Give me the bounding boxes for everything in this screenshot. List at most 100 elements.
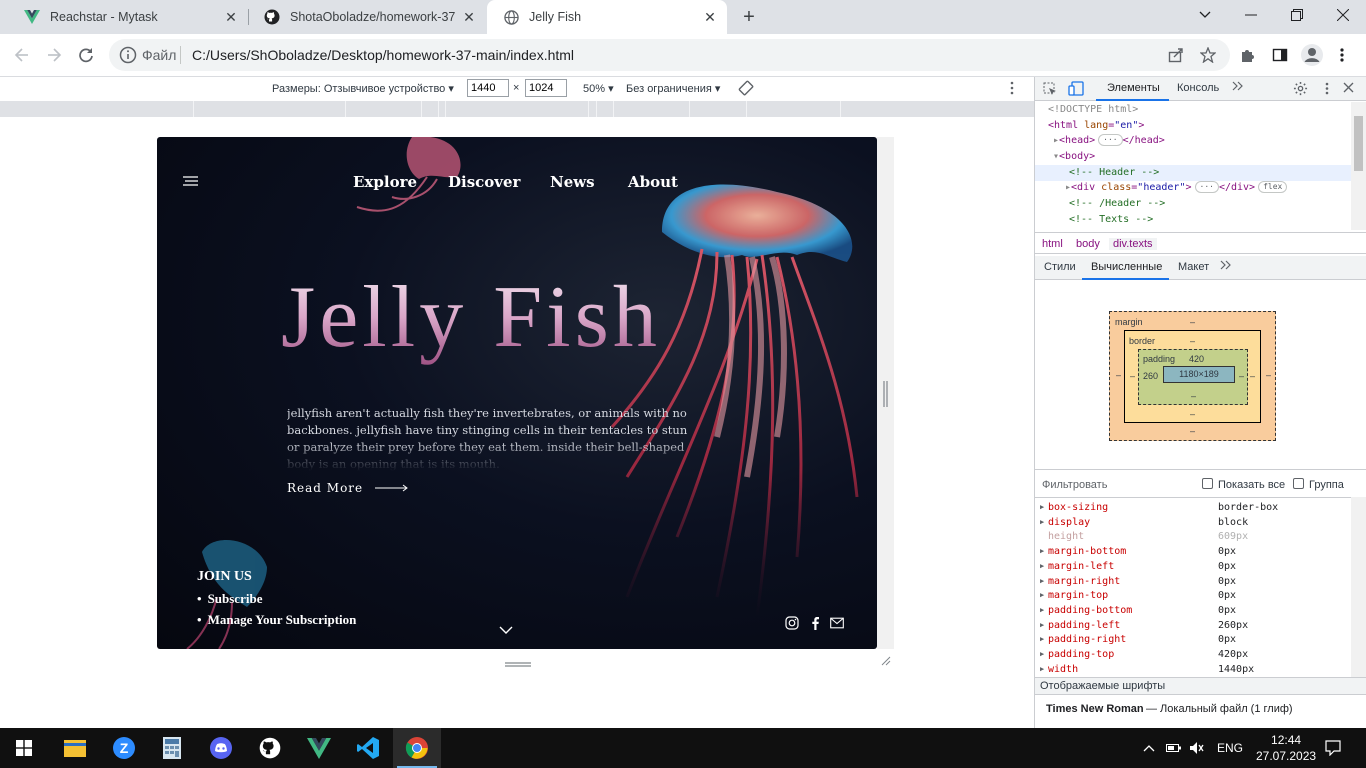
url-text[interactable]: C:/Users/ShOboladze/Desktop/homework-37-… [192, 47, 574, 63]
tab-console[interactable]: Консоль [1177, 82, 1219, 94]
side-panel-button[interactable] [1266, 41, 1294, 69]
subscribe-link[interactable]: Subscribe [197, 591, 356, 607]
hamburger-menu-icon[interactable] [183, 174, 199, 192]
taskbar-discord[interactable] [197, 728, 245, 768]
taskbar-file-explorer[interactable] [51, 728, 99, 768]
settings-gear-icon[interactable] [1293, 81, 1308, 99]
dom-head[interactable]: ▸<head> ··· </head> [1035, 133, 1351, 149]
more-tabs-icon[interactable] [1220, 260, 1232, 273]
breadcrumb-body[interactable]: body [1076, 238, 1100, 250]
start-button[interactable] [0, 728, 48, 768]
box-model-border[interactable]: border – – – – padding 420 260 – – 1180×… [1124, 330, 1261, 423]
computed-property-row[interactable]: ▶ padding-right 0px [1035, 632, 1351, 647]
dom-comment-header-end[interactable]: <!-- /Header --> [1035, 196, 1351, 212]
nav-explore[interactable]: Explore [353, 173, 417, 191]
close-window-button[interactable] [1320, 0, 1366, 30]
computed-property-row[interactable]: ▶ margin-right 0px [1035, 574, 1351, 589]
resize-handle-bottom-icon[interactable] [505, 655, 531, 673]
profile-button[interactable] [1298, 41, 1326, 69]
tab-jellyfish[interactable]: Jelly Fish ✕ [487, 0, 727, 34]
expand-triangle-icon[interactable]: ▶ [1040, 647, 1044, 662]
tab-styles[interactable]: Стили [1044, 261, 1076, 273]
dom-div-header[interactable]: ▸<div class="header"> ··· </div> flex [1035, 180, 1351, 196]
tab-reachstar[interactable]: Reachstar - Mytask ✕ [8, 0, 248, 34]
computed-property-row[interactable]: ▶ padding-top 420px [1035, 647, 1351, 662]
computed-property-row[interactable]: height 609px [1035, 529, 1351, 544]
media-query-bar[interactable] [0, 101, 1034, 117]
computed-property-row[interactable]: ▶ padding-left 260px [1035, 618, 1351, 633]
taskbar-calculator[interactable] [148, 728, 196, 768]
expand-triangle-icon[interactable]: ▶ [1040, 662, 1044, 677]
info-icon[interactable] [119, 46, 137, 64]
computed-property-row[interactable]: ▶ width 1440px [1035, 662, 1351, 677]
expand-triangle-icon[interactable]: ▶ [1040, 544, 1044, 559]
tab-elements[interactable]: Элементы [1107, 82, 1160, 94]
forward-button[interactable] [40, 41, 68, 69]
read-more-link[interactable]: Read More [287, 481, 409, 495]
tab-search-button[interactable] [1182, 0, 1228, 30]
address-bar[interactable]: Файл C:/Users/ShOboladze/Desktop/homewor… [109, 39, 1230, 71]
notifications-button[interactable] [1325, 728, 1341, 768]
resize-corner-icon[interactable] [881, 653, 891, 671]
throttle-select[interactable]: Без ограничения ▾ [626, 82, 720, 95]
back-button[interactable] [8, 41, 36, 69]
box-model-content[interactable]: 1180×189 [1163, 366, 1235, 383]
battery-icon[interactable] [1166, 728, 1182, 768]
language-indicator[interactable]: ENG [1217, 728, 1243, 768]
taskbar-vscode[interactable] [344, 728, 392, 768]
dom-doctype[interactable]: <!DOCTYPE html> [1035, 102, 1351, 118]
close-icon[interactable]: ✕ [701, 8, 719, 26]
dom-comment-texts[interactable]: <!-- Texts --> [1035, 212, 1351, 228]
computed-scrollbar[interactable] [1351, 497, 1366, 677]
show-all-checkbox[interactable] [1202, 478, 1213, 489]
breadcrumb-div-texts[interactable]: div.texts [1109, 238, 1157, 250]
more-tabs-icon[interactable] [1232, 81, 1244, 94]
minimize-button[interactable] [1228, 0, 1274, 30]
computed-property-row[interactable]: ▶ padding-bottom 0px [1035, 603, 1351, 618]
scroll-down-chevron-icon[interactable] [499, 621, 513, 639]
tab-github[interactable]: ShotaOboladze/homework-37 ✕ [248, 0, 486, 34]
computed-property-row[interactable]: ▶ margin-left 0px [1035, 559, 1351, 574]
breadcrumb-html[interactable]: html [1042, 238, 1063, 250]
tab-layout[interactable]: Макет [1178, 261, 1209, 273]
share-button[interactable] [1162, 41, 1190, 69]
reload-button[interactable] [72, 41, 100, 69]
extensions-button[interactable] [1234, 41, 1262, 69]
close-devtools-icon[interactable] [1343, 82, 1354, 96]
close-icon[interactable]: ✕ [460, 8, 478, 26]
mail-icon[interactable] [829, 615, 845, 631]
expand-triangle-icon[interactable]: ▶ [1040, 500, 1044, 515]
rendered-fonts-header[interactable]: Отображаемые шрифты [1035, 677, 1366, 695]
box-model-padding[interactable]: padding 420 260 – – 1180×189 [1138, 349, 1248, 405]
facebook-icon[interactable] [807, 615, 823, 631]
expand-triangle-icon[interactable]: ▶ [1040, 618, 1044, 633]
volume-icon[interactable] [1189, 728, 1205, 768]
expand-triangle-icon[interactable]: ▶ [1040, 559, 1044, 574]
expand-triangle-icon[interactable]: ▶ [1040, 574, 1044, 589]
tab-computed[interactable]: Вычисленные [1091, 261, 1162, 273]
expand-triangle-icon[interactable]: ▶ [1040, 588, 1044, 603]
dimensions-select[interactable]: Размеры: Отзывчивое устройство ▾ [272, 82, 454, 95]
filter-label[interactable]: Фильтровать [1042, 479, 1107, 491]
dom-body[interactable]: ▾<body> [1035, 149, 1351, 165]
computed-property-row[interactable]: ▶ margin-bottom 0px [1035, 544, 1351, 559]
nav-about[interactable]: About [628, 173, 678, 191]
expand-triangle-icon[interactable]: ▶ [1040, 632, 1044, 647]
zoom-select[interactable]: 50% ▾ [583, 82, 614, 95]
height-input[interactable] [525, 79, 567, 97]
bookmark-button[interactable] [1194, 41, 1222, 69]
menu-button[interactable] [1328, 41, 1356, 69]
group-checkbox[interactable] [1293, 478, 1304, 489]
clock[interactable]: 12:44 27.07.2023 [1256, 728, 1316, 768]
box-model-margin[interactable]: margin – – – – border – – – – padding 42… [1109, 311, 1276, 441]
width-input[interactable] [467, 79, 509, 97]
instagram-icon[interactable] [784, 615, 800, 631]
device-options-button[interactable] [1010, 81, 1014, 98]
dom-scrollbar[interactable] [1351, 102, 1366, 230]
dom-comment-header[interactable]: <!-- Header --> [1035, 165, 1351, 181]
nav-discover[interactable]: Discover [448, 173, 520, 191]
resize-handle-right-icon[interactable] [883, 381, 889, 412]
taskbar-vue[interactable] [295, 728, 343, 768]
new-tab-button[interactable]: + [737, 5, 761, 29]
expand-triangle-icon[interactable]: ▶ [1040, 603, 1044, 618]
